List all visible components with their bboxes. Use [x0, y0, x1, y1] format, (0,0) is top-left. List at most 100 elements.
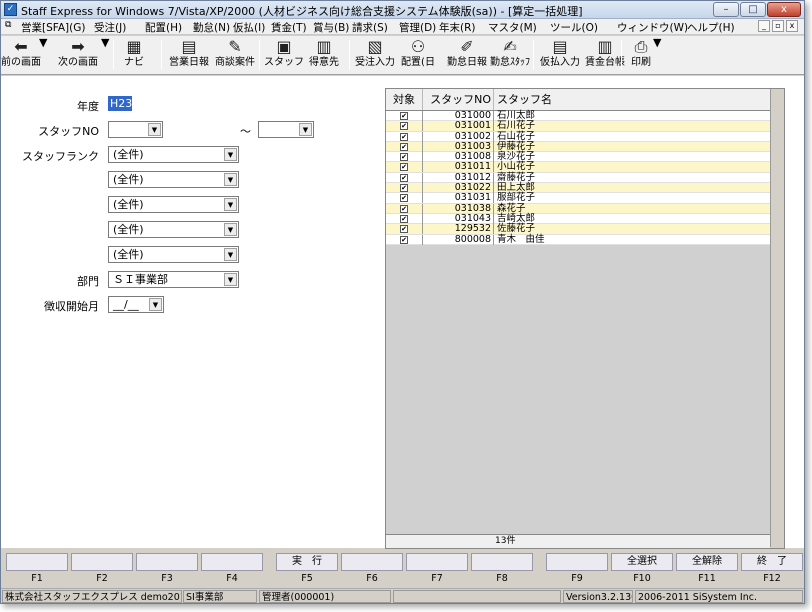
col-target[interactable]: 対象: [386, 89, 423, 110]
chevron-down-icon[interactable]: ▼: [224, 273, 237, 286]
table-row[interactable]: ✔ 031011 小山花子: [386, 162, 770, 173]
toolbar-button[interactable]: ⎙ 印刷: [627, 38, 655, 72]
grid-footer: 13件: [386, 534, 770, 548]
mdi-close-button[interactable]: x: [786, 20, 798, 32]
toolbar-button[interactable]: ✍ 勤怠ｽﾀｯﾌ: [489, 38, 531, 72]
rank-select[interactable]: (全件) ▼: [108, 171, 239, 188]
menu-item[interactable]: 年末(R): [439, 20, 476, 35]
mdi-restore-button[interactable]: ▫: [772, 20, 784, 32]
table-row[interactable]: ✔ 031038 森花子: [386, 203, 770, 214]
row-checkbox[interactable]: ✔: [400, 122, 408, 131]
row-checkbox[interactable]: ✔: [400, 204, 408, 213]
menu-item[interactable]: マスタ(M): [488, 20, 537, 35]
fkey-f12-button[interactable]: 終 了: [741, 553, 803, 571]
fkey-f1-button[interactable]: [6, 553, 68, 571]
grid-scrollbar[interactable]: [770, 89, 784, 547]
toolbar-button[interactable]: ▣ スタッフ: [263, 38, 305, 72]
row-checkbox[interactable]: ✔: [400, 112, 408, 120]
table-row[interactable]: ✔ 031000 石川太郎: [386, 111, 770, 122]
chevron-down-icon[interactable]: ▼: [224, 248, 237, 261]
chevron-down-icon[interactable]: ▼: [148, 123, 161, 136]
toolbar-button[interactable]: ⚇ 配置(日: [399, 38, 437, 72]
collect-start-select[interactable]: __/__ ▼: [108, 296, 164, 313]
chevron-down-icon[interactable]: ▼: [224, 148, 237, 161]
dropdown-arrow-icon[interactable]: ▼: [101, 36, 109, 49]
fkey-f6-button[interactable]: [341, 553, 403, 571]
menu-item[interactable]: ツール(O): [550, 20, 598, 35]
dept-select[interactable]: ＳＩ事業部 ▼: [108, 271, 239, 288]
col-staffname[interactable]: スタッフ名: [495, 89, 770, 110]
year-label: 年度: [77, 100, 99, 113]
minimize-button[interactable]: –: [713, 2, 739, 17]
menu-item[interactable]: ウィンドウ(W): [617, 20, 688, 35]
fkey-f2-button[interactable]: [71, 553, 133, 571]
table-row[interactable]: ✔ 031012 齋藤花子: [386, 172, 770, 184]
dropdown-arrow-icon[interactable]: ▼: [653, 36, 661, 49]
staffno-to-select[interactable]: ▼: [258, 121, 314, 138]
rank-select[interactable]: (全件) ▼: [108, 221, 239, 238]
chevron-down-icon[interactable]: ▼: [149, 298, 162, 311]
maximize-button[interactable]: □: [740, 2, 766, 17]
table-row[interactable]: ✔ 031002 石山花子: [386, 131, 770, 142]
row-checkbox[interactable]: ✔: [400, 163, 408, 172]
rank-select[interactable]: (全件) ▼: [108, 146, 239, 163]
dropdown-arrow-icon[interactable]: ▼: [39, 36, 47, 49]
mdi-child-icon[interactable]: ⧉: [5, 20, 11, 30]
chevron-down-icon[interactable]: ▼: [224, 223, 237, 236]
toolbar-button[interactable]: ▥ 得意先: [307, 38, 341, 72]
row-checkbox[interactable]: ✔: [400, 194, 408, 203]
toolbar-button[interactable]: ✐ 勤怠日報: [447, 38, 487, 72]
col-staffno[interactable]: スタッフNO: [424, 89, 494, 110]
table-row[interactable]: ✔ 129532 佐藤花子: [386, 224, 770, 235]
toolbar-button[interactable]: ▤ 仮払入力: [539, 38, 581, 72]
close-button[interactable]: x: [767, 2, 801, 17]
toolbar-button[interactable]: ▤ 営業日報: [169, 38, 209, 72]
table-row[interactable]: ✔ 031043 吉崎太郎: [386, 213, 770, 225]
fkey-f5-button[interactable]: 実 行: [276, 553, 338, 571]
chevron-down-icon[interactable]: ▼: [299, 123, 312, 136]
row-checkbox[interactable]: ✔: [400, 132, 408, 141]
year-input[interactable]: H23: [108, 96, 132, 111]
chevron-down-icon[interactable]: ▼: [224, 198, 237, 211]
fkey-f9-button[interactable]: [546, 553, 608, 571]
toolbar-button[interactable]: ▧ 受注入力: [353, 38, 397, 72]
row-checkbox[interactable]: ✔: [400, 142, 408, 151]
toolbar-button[interactable]: ⬅ 前の画面: [1, 38, 41, 72]
table-row[interactable]: ✔ 800008 青木 由佳: [386, 234, 770, 245]
row-checkbox[interactable]: ✔: [400, 235, 408, 244]
mdi-minimize-button[interactable]: _: [758, 20, 770, 32]
menu-item[interactable]: 配置(H): [145, 20, 182, 35]
toolbar-button[interactable]: ➡ 次の画面: [53, 38, 103, 72]
table-row[interactable]: ✔ 031008 泉沙花子: [386, 152, 770, 163]
fkey-f8-button[interactable]: [471, 553, 533, 571]
fkey-f7-button[interactable]: [406, 553, 468, 571]
menu-item[interactable]: 勤怠(N): [193, 20, 230, 35]
menu-item[interactable]: ヘルプ(H): [687, 20, 735, 35]
table-row[interactable]: ✔ 031003 伊藤花子: [386, 141, 770, 153]
fkey-f3-button[interactable]: [136, 553, 198, 571]
rank-select[interactable]: (全件) ▼: [108, 196, 239, 213]
table-row[interactable]: ✔ 031022 田上太郎: [386, 183, 770, 194]
row-checkbox[interactable]: ✔: [400, 214, 408, 223]
toolbar-button[interactable]: ▦ ナビ: [119, 38, 149, 72]
row-checkbox[interactable]: ✔: [400, 153, 408, 162]
menu-item[interactable]: 受注(J): [94, 20, 126, 35]
menu-item[interactable]: 営業[SFA](G): [21, 20, 85, 35]
menu-item[interactable]: 請求(S): [352, 20, 388, 35]
menu-item[interactable]: 管理(D): [399, 20, 436, 35]
chevron-down-icon[interactable]: ▼: [224, 173, 237, 186]
row-checkbox[interactable]: ✔: [400, 225, 408, 234]
menu-item[interactable]: 賃金(T): [271, 20, 307, 35]
fkey-f4-button[interactable]: [201, 553, 263, 571]
toolbar-button[interactable]: ✎ 商談案件: [213, 38, 257, 72]
rank-select[interactable]: (全件) ▼: [108, 246, 239, 263]
fkey-f10-button[interactable]: 全選択: [611, 553, 673, 571]
menu-item[interactable]: 仮払(I): [233, 20, 265, 35]
fkey-f11-button[interactable]: 全解除: [676, 553, 738, 571]
table-row[interactable]: ✔ 031031 服部花子: [386, 193, 770, 204]
row-checkbox[interactable]: ✔: [400, 184, 408, 193]
table-row[interactable]: ✔ 031001 石川花子: [386, 121, 770, 132]
row-checkbox[interactable]: ✔: [400, 173, 408, 182]
staffno-from-select[interactable]: ▼: [108, 121, 163, 138]
menu-item[interactable]: 賞与(B): [313, 20, 349, 35]
